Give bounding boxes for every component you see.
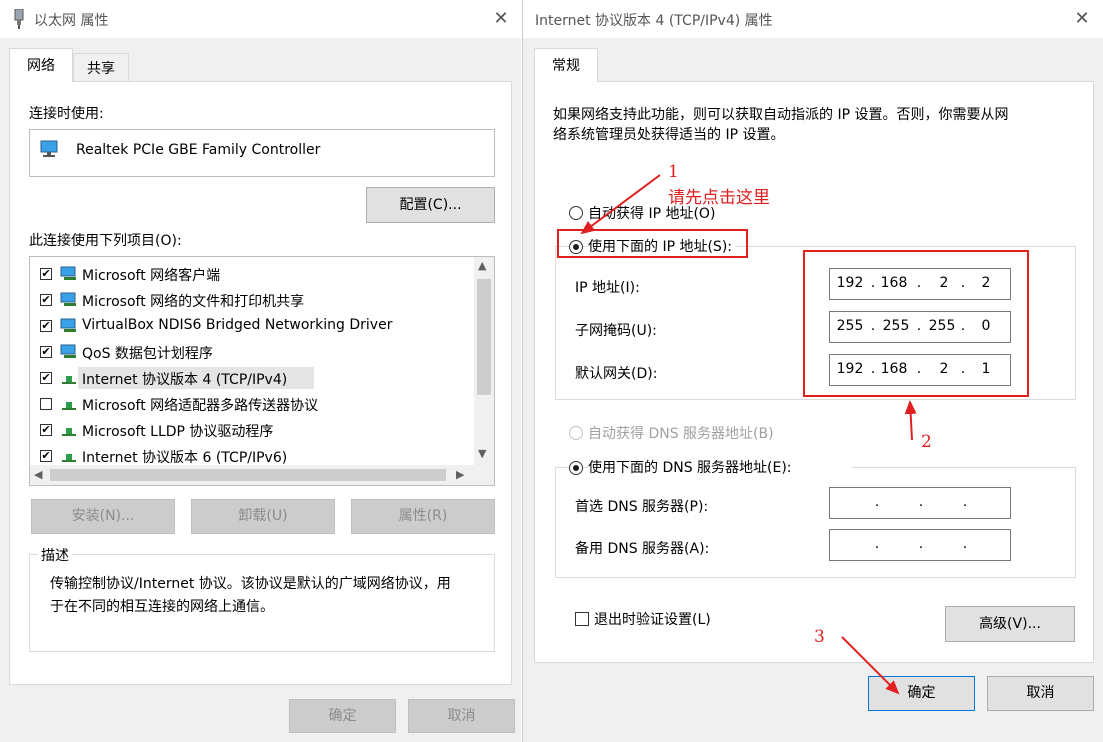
annotation-arrows bbox=[580, 174, 917, 695]
tab-network[interactable]: 网络 bbox=[9, 48, 73, 82]
step3-arrow bbox=[841, 636, 900, 695]
tab-general-label: 常规 bbox=[552, 58, 580, 74]
step1-arrow bbox=[580, 174, 661, 235]
tab-general[interactable]: 常规 bbox=[534, 48, 598, 82]
step2-arrow bbox=[904, 400, 917, 441]
tab-network-label: 网络 bbox=[27, 58, 55, 74]
